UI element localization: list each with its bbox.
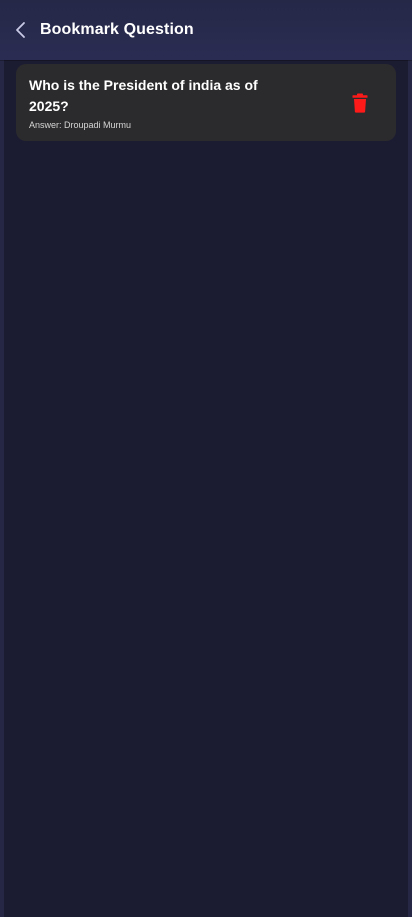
question-text: Who is the President of india as of 2025… [29,77,258,114]
answer-text: Answer: Droupadi Murmu [29,120,132,130]
trash-icon [352,93,368,113]
bookmark-list: Who is the President of india as of 2025… [4,60,408,917]
app-bar: Bookmark Question [0,0,412,60]
screen: Bookmark Question Who is the President o… [0,0,412,917]
chevron-left-icon [14,21,26,39]
bookmark-card[interactable]: Who is the President of india as of 2025… [16,64,396,141]
page-title: Bookmark Question [40,21,194,38]
back-button[interactable] [0,0,40,60]
delete-button[interactable] [352,93,368,113]
